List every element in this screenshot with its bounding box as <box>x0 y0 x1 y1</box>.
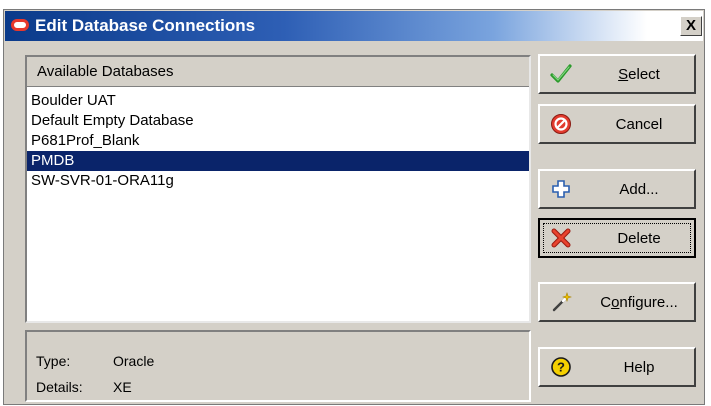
title-bar[interactable]: Edit Database Connections X <box>5 11 703 41</box>
help-button-label: Help <box>623 359 655 376</box>
cancel-button[interactable]: Cancel <box>538 104 696 144</box>
svg-text:?: ? <box>557 360 565 375</box>
oracle-logo-icon <box>11 19 29 31</box>
cancel-icon <box>550 113 572 135</box>
type-label: Type: <box>36 353 71 369</box>
type-value: Oracle <box>113 353 155 369</box>
list-item[interactable]: SW-SVR-01-ORA11g <box>27 171 529 191</box>
magic-wand-icon <box>550 291 572 313</box>
select-button-label: Select <box>618 66 660 83</box>
details-label: Details: <box>36 379 83 395</box>
checkmark-icon <box>550 63 572 85</box>
list-item[interactable]: P681Prof_Blank <box>27 131 529 151</box>
delete-button-label: Delete <box>617 230 661 247</box>
dialog-title: Edit Database Connections <box>35 16 256 35</box>
database-list: Available Databases Boulder UAT Default … <box>25 55 531 323</box>
list-item-selected[interactable]: PMDB <box>27 151 529 171</box>
add-button-label: Add... <box>619 181 659 198</box>
close-button[interactable]: X <box>680 16 702 36</box>
delete-button[interactable]: Delete <box>538 218 696 258</box>
list-item[interactable]: Boulder UAT <box>27 91 529 111</box>
add-button[interactable]: Add... <box>538 169 696 209</box>
configure-button-label: Configure... <box>600 294 678 311</box>
edit-database-connections-dialog: Edit Database Connections X Available Da… <box>3 9 705 405</box>
configure-button[interactable]: Configure... <box>538 282 696 322</box>
help-icon: ? <box>550 356 572 378</box>
list-item[interactable]: Default Empty Database <box>27 111 529 131</box>
list-header-available-databases[interactable]: Available Databases <box>27 57 529 87</box>
help-button[interactable]: ? Help <box>538 347 696 387</box>
select-button[interactable]: Select <box>538 54 696 94</box>
delete-x-icon <box>550 227 572 249</box>
plus-icon <box>550 178 572 200</box>
details-value: XE <box>113 379 132 395</box>
connection-info-panel: Type: Oracle Details: XE <box>25 330 531 402</box>
cancel-button-label: Cancel <box>615 116 663 133</box>
